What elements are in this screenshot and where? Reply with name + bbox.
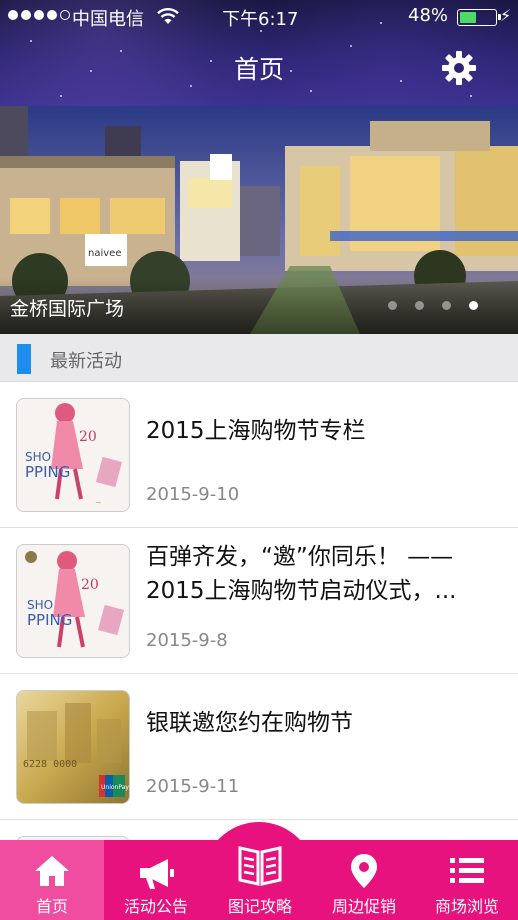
section-header: 最新活动 — [0, 334, 518, 382]
status-time: 下午6:17 — [222, 9, 299, 30]
unionpay-card-thumbnail: 6228 0000 UnionPay — [16, 690, 130, 804]
tab-label: 活动公告 — [123, 897, 188, 916]
status-bar: 中国电信 下午6:17 48% ⚡ — [0, 0, 518, 34]
shopping-festival-poster-thumbnail: 20 SHO PPING ~ — [16, 398, 130, 512]
tab-nearby-promotions[interactable]: 周边促销 — [312, 840, 416, 920]
tab-label: 图记攻略 — [227, 897, 292, 916]
wifi-icon — [157, 8, 179, 24]
shopping-festival-poster-thumbnail: 20 SHO PPING — [16, 544, 130, 658]
megaphone-icon — [140, 859, 174, 889]
item-title: 百弹齐发，“邀”你同乐！ ——2015上海购物节启动仪式，... — [146, 544, 457, 604]
home-icon — [35, 856, 69, 886]
tab-guides[interactable]: 图记攻略 — [208, 840, 312, 920]
svg-text:PPING: PPING — [25, 463, 70, 481]
item-date: 2015-9-10 — [146, 484, 240, 505]
carousel-dot-active[interactable] — [469, 301, 478, 310]
location-pin-icon — [351, 854, 377, 888]
carousel-pagination[interactable] — [388, 301, 478, 310]
carousel-dot[interactable] — [415, 301, 424, 310]
list-item[interactable]: 20 SHO PPING ~ 2015上海购物节专栏 2015-9-10 — [0, 382, 518, 528]
item-date: 2015-9-8 — [146, 630, 228, 651]
section-accent-bar — [17, 344, 31, 374]
svg-text:SHO: SHO — [25, 450, 51, 464]
battery-percent: 48% — [408, 5, 449, 26]
signal-strength-icon — [8, 10, 70, 20]
tab-label: 商场浏览 — [434, 897, 499, 916]
svg-text:6228 0000: 6228 0000 — [23, 759, 77, 770]
book-icon — [238, 846, 282, 886]
tab-announcements[interactable]: 活动公告 — [104, 840, 208, 920]
svg-text:20: 20 — [79, 429, 97, 445]
item-title: 银联邀您约在购物节 — [146, 710, 353, 736]
carrier-name: 中国电信 — [72, 9, 144, 30]
carousel-dot[interactable] — [442, 301, 451, 310]
svg-text:SHO: SHO — [27, 598, 53, 612]
list-item[interactable]: 6228 0000 UnionPay 银联邀您约在购物节 2015-9-11 — [0, 674, 518, 820]
banner-caption: 金桥国际广场 — [10, 298, 125, 320]
tab-label: 首页 — [35, 897, 68, 916]
app-header: 中国电信 下午6:17 48% ⚡ 首页 — [0, 0, 518, 106]
list-icon — [450, 858, 484, 883]
item-date: 2015-9-11 — [146, 776, 240, 797]
store-sign: naivee — [88, 248, 121, 259]
svg-text:~: ~ — [95, 498, 102, 507]
carousel-dot[interactable] — [388, 301, 397, 310]
svg-text:20: 20 — [81, 577, 99, 593]
list-item[interactable]: 20 SHO PPING 百弹齐发，“邀”你同乐！ ——2015上海购物节启动仪… — [0, 528, 518, 674]
svg-text:PPING: PPING — [27, 611, 72, 629]
battery-icon — [457, 9, 501, 26]
tab-mall-browse[interactable]: 商场浏览 — [416, 840, 518, 920]
tab-label: 周边促销 — [331, 897, 396, 916]
gear-icon[interactable] — [441, 50, 477, 86]
battery-fill — [460, 12, 477, 23]
section-title: 最新活动 — [50, 351, 122, 372]
tab-home[interactable]: 首页 — [0, 840, 104, 920]
svg-text:UnionPay: UnionPay — [101, 784, 129, 791]
charging-bolt-icon: ⚡ — [500, 6, 512, 25]
item-title: 2015上海购物节专栏 — [146, 418, 366, 444]
banner-carousel[interactable]: naivee 金桥国际广场 — [0, 106, 518, 334]
